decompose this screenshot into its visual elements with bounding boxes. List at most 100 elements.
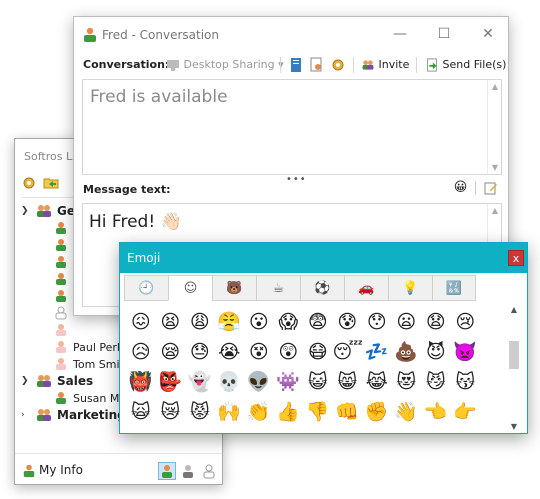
emoji-item[interactable]: 👾 (274, 367, 304, 397)
desktop-sharing-button[interactable]: Desktop Sharing ▾ (166, 56, 284, 74)
emoji-item[interactable]: 😤 (215, 307, 245, 337)
scroll-down-icon[interactable]: ▼ (488, 163, 502, 172)
scroll-up-icon[interactable]: ▲ (507, 305, 521, 314)
emoji-item[interactable]: 👻 (185, 367, 215, 397)
scroll-up-icon[interactable]: ▲ (488, 206, 502, 215)
emoji-item[interactable]: 😸 (333, 367, 363, 397)
scroll-up-icon[interactable]: ▲ (488, 82, 502, 91)
status-online-button[interactable] (158, 462, 176, 480)
maximize-icon[interactable]: ☐ (428, 23, 460, 45)
notebook-icon[interactable] (289, 57, 303, 76)
chevron-down-icon[interactable]: ❯ (21, 373, 29, 390)
settings-icon[interactable] (21, 175, 35, 189)
tab-activity-icon[interactable]: ⚽ (300, 275, 344, 301)
tab-food-icon[interactable]: ☕ (256, 275, 300, 301)
emoji-item[interactable]: 👎 (303, 397, 333, 427)
emoji-item[interactable]: 👏 (244, 397, 274, 427)
contact-name: Tom Smi (73, 358, 120, 371)
emoji-item[interactable]: 😥 (126, 337, 156, 367)
emoji-item[interactable]: ✊ (362, 397, 392, 427)
tab-smileys-icon[interactable]: ☺ (168, 275, 212, 301)
emoji-item[interactable]: 😈 (421, 337, 451, 367)
tab-symbols-icon[interactable]: 🔣 (432, 275, 476, 301)
emoji-item[interactable]: 😺 (303, 367, 333, 397)
emoji-item[interactable]: 😰 (333, 307, 363, 337)
emoji-item[interactable]: 😾 (185, 397, 215, 427)
emoji-item[interactable]: 😱 (274, 307, 304, 337)
emoji-item[interactable]: 💤 (362, 337, 392, 367)
send-files-button[interactable]: Send File(s) (425, 56, 506, 74)
scroll-thumb[interactable] (509, 341, 519, 369)
emoji-button[interactable]: 😀 (454, 180, 468, 195)
emoji-item[interactable]: 😦 (392, 307, 422, 337)
chevron-down-icon[interactable]: ❯ (21, 203, 29, 220)
history-scrollbar[interactable]: ▲ ▼ (487, 80, 501, 174)
emoji-item[interactable]: 😨 (303, 307, 333, 337)
minimize-icon[interactable]: — (384, 23, 416, 45)
emoji-item[interactable]: 😲 (274, 337, 304, 367)
scroll-down-icon[interactable]: ▼ (507, 422, 521, 431)
send-file-icon (427, 58, 437, 72)
title-bar[interactable]: Fred - Conversation — ☐ ✕ (74, 17, 508, 51)
emoji-item[interactable]: 👹 (126, 367, 156, 397)
emoji-item[interactable]: 😖 (126, 307, 156, 337)
emoji-item[interactable]: 💩 (392, 337, 422, 367)
emoji-item[interactable]: 😵 (244, 337, 274, 367)
user-online-icon (55, 255, 67, 271)
emoji-item[interactable]: 😭 (215, 337, 245, 367)
emoji-item[interactable]: 😴 (333, 337, 363, 367)
emoji-item[interactable]: 👺 (156, 367, 186, 397)
emoji-item[interactable]: 💀 (215, 367, 245, 397)
settings-icon[interactable] (330, 57, 346, 76)
tab-animals-icon[interactable]: 🐻 (212, 275, 256, 301)
emoji-item[interactable]: 😼 (421, 367, 451, 397)
emoji-item[interactable]: 🙀 (126, 397, 156, 427)
emoji-item[interactable]: 😢 (451, 307, 481, 337)
message-tools: 😀 (454, 180, 498, 195)
emoji-item[interactable]: 🙌 (215, 397, 245, 427)
user-offline-icon (55, 306, 67, 322)
chevron-right-icon[interactable]: › (21, 407, 25, 424)
invite-button[interactable]: Invite (361, 56, 409, 74)
emoji-item[interactable]: 😪 (156, 337, 186, 367)
emoji-scrollbar[interactable]: ▲ ▼ (507, 305, 521, 431)
status-away-button[interactable] (179, 462, 197, 480)
invite-label: Invite (378, 58, 410, 71)
emoji-item[interactable]: 👍 (274, 397, 304, 427)
folder-icon[interactable] (43, 175, 59, 189)
emoji-category-tabs: 🕘 ☺ 🐻 ☕ ⚽ 🚗 💡 🔣 (124, 275, 476, 301)
my-info-button[interactable]: My Info (22, 463, 83, 478)
toolbar-label: Conversation: (83, 58, 170, 71)
emoji-item[interactable]: 😮 (244, 307, 274, 337)
emoji-item[interactable]: 😫 (156, 307, 186, 337)
emoji-item[interactable]: 😧 (421, 307, 451, 337)
emoji-item[interactable]: 😓 (185, 337, 215, 367)
emoji-item[interactable]: 😽 (451, 367, 481, 397)
emoji-item[interactable]: 👿 (451, 337, 481, 367)
group-icon (35, 374, 53, 390)
emoji-item[interactable]: 😯 (362, 307, 392, 337)
tab-recent-icon[interactable]: 🕘 (124, 275, 168, 301)
conversation-toolbar: Conversation: Desktop Sharing ▾ Invite S… (74, 54, 508, 76)
emoji-item[interactable]: 😷 (303, 337, 333, 367)
emoji-title-bar[interactable]: Emoji x (120, 243, 527, 273)
edit-note-icon[interactable] (484, 180, 498, 194)
emoji-item[interactable]: 😻 (392, 367, 422, 397)
status-offline-button[interactable] (200, 462, 218, 480)
emoji-item[interactable]: 😹 (362, 367, 392, 397)
conversation-history[interactable]: Fred is available ▲ ▼ (82, 79, 502, 175)
tab-objects-icon[interactable]: 💡 (388, 275, 432, 301)
emoji-item[interactable]: 👽 (244, 367, 274, 397)
emoji-item[interactable]: 😩 (185, 307, 215, 337)
emoji-item[interactable]: 👋 (392, 397, 422, 427)
emoji-item[interactable]: 👈 (421, 397, 451, 427)
emoji-item[interactable]: 👉 (451, 397, 481, 427)
add-users-icon (362, 60, 374, 70)
emoji-item[interactable]: 👊 (333, 397, 363, 427)
tab-travel-icon[interactable]: 🚗 (344, 275, 388, 301)
close-icon[interactable]: x (508, 250, 524, 266)
splitter-handle[interactable]: ••• (286, 174, 307, 185)
close-icon[interactable]: ✕ (472, 23, 504, 45)
contact-card-icon[interactable] (309, 57, 325, 76)
emoji-item[interactable]: 😿 (156, 397, 186, 427)
